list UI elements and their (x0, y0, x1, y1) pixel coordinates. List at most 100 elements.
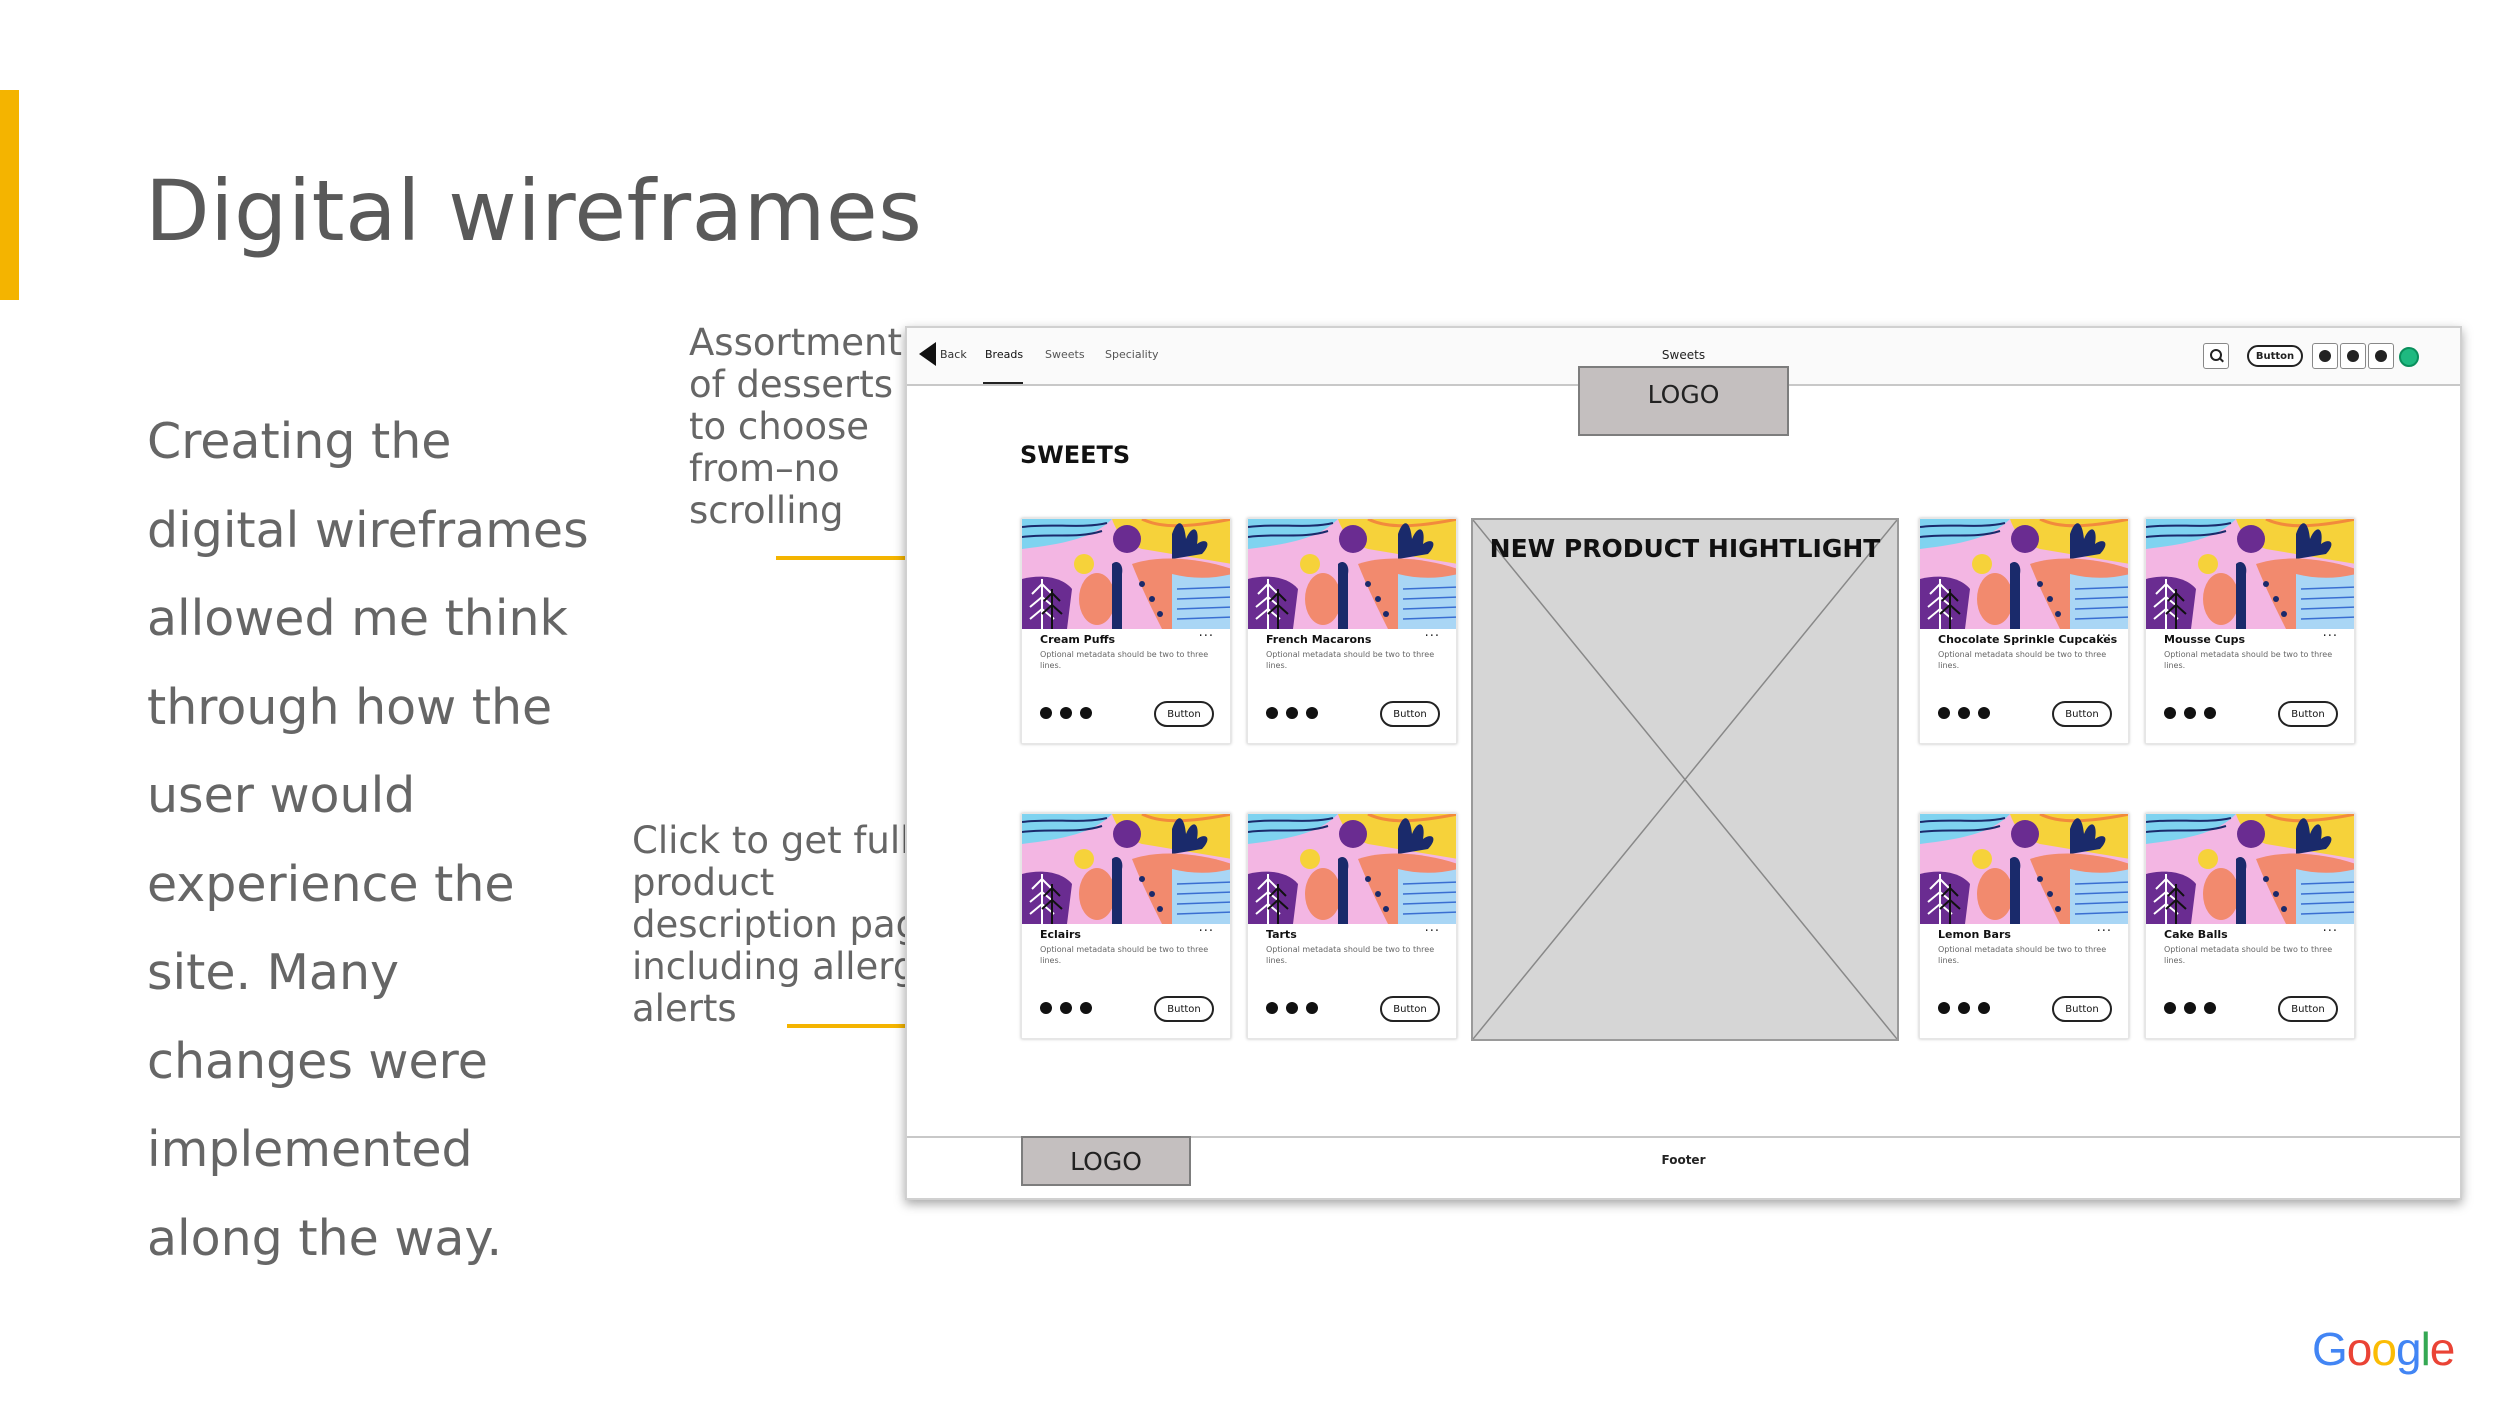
pagination-dots[interactable] (1938, 1002, 1990, 1014)
dot-icon (2204, 707, 2216, 719)
header-logo[interactable]: LOGO (1578, 366, 1789, 436)
more-options-icon[interactable]: ··· (1425, 629, 1440, 644)
circle-icon (2375, 350, 2387, 362)
product-card[interactable]: Mousse Cups ··· Optional metadata should… (2145, 518, 2355, 744)
dot-icon (2204, 1002, 2216, 1014)
dot-icon (1938, 1002, 1950, 1014)
section-heading: SWEETS (1020, 441, 1131, 469)
product-metadata: Optional metadata should be two to three… (1266, 650, 1435, 670)
product-name: Mousse Cups (2164, 633, 2246, 646)
product-metadata: Optional metadata should be two to three… (1040, 945, 1209, 965)
product-card[interactable]: French Macarons ··· Optional metadata sh… (1247, 518, 1457, 744)
dot-icon (1286, 1002, 1298, 1014)
pagination-dots[interactable] (1040, 1002, 1092, 1014)
dot-icon (1978, 1002, 1990, 1014)
product-metadata: Optional metadata should be two to three… (2164, 650, 2333, 670)
nav-icon-button-2[interactable] (2340, 343, 2366, 369)
product-image[interactable] (1920, 814, 2128, 924)
product-button[interactable]: Button (1380, 996, 1440, 1022)
dot-icon (1266, 707, 1278, 719)
product-name: Cream Puffs (1040, 633, 1116, 646)
dot-icon (1080, 1002, 1092, 1014)
footer-label: Footer (1661, 1153, 1706, 1167)
product-metadata: Optional metadata should be two to three… (1938, 650, 2107, 670)
nav-icon-button-1[interactable] (2312, 343, 2338, 369)
product-button[interactable]: Button (1154, 701, 1214, 727)
more-options-icon[interactable]: ··· (2097, 629, 2112, 644)
product-image[interactable] (2146, 814, 2354, 924)
product-image[interactable] (2146, 519, 2354, 629)
avatar[interactable] (2399, 347, 2419, 367)
active-tab-indicator (983, 382, 1023, 384)
product-metadata: Optional metadata should be two to three… (1266, 945, 1435, 965)
product-button[interactable]: Button (2278, 701, 2338, 727)
product-highlight-placeholder[interactable]: NEW PRODUCT HIGHTLIGHT (1471, 518, 1899, 1041)
dot-icon (2184, 1002, 2196, 1014)
annotation-assortment: Assortment of desserts to choose from–no… (689, 321, 902, 532)
product-image[interactable] (1248, 519, 1456, 629)
dot-icon (1978, 707, 1990, 719)
product-card[interactable]: Cake Balls ··· Optional metadata should … (2145, 813, 2355, 1039)
more-options-icon[interactable]: ··· (1425, 924, 1440, 939)
google-logo: Google (2312, 1323, 2455, 1375)
product-metadata: Optional metadata should be two to three… (1040, 650, 1209, 670)
dot-icon (1958, 1002, 1970, 1014)
product-name: Lemon Bars (1938, 928, 2011, 941)
dot-icon (1040, 1002, 1052, 1014)
slide-title: Digital wireframes (145, 162, 923, 260)
pagination-dots[interactable] (1938, 707, 1990, 719)
pagination-dots[interactable] (1040, 707, 1092, 719)
dot-icon (1938, 707, 1950, 719)
search-button[interactable] (2203, 343, 2229, 369)
pagination-dots[interactable] (2164, 1002, 2216, 1014)
product-name: Chocolate Sprinkle Cupcakes (1938, 633, 2118, 646)
more-options-icon[interactable]: ··· (1199, 924, 1214, 939)
dot-icon (1958, 707, 1970, 719)
dot-icon (2164, 707, 2176, 719)
product-card[interactable]: Chocolate Sprinkle Cupcakes ··· Optional… (1919, 518, 2129, 744)
circle-icon (2347, 350, 2359, 362)
more-options-icon[interactable]: ··· (2323, 924, 2338, 939)
slide-body-text: Creating the digital wireframes allowed … (147, 413, 589, 1267)
dot-icon (1266, 1002, 1278, 1014)
dot-icon (1306, 707, 1318, 719)
nav-button[interactable]: Button (2247, 345, 2303, 367)
product-image[interactable] (1248, 814, 1456, 924)
product-button[interactable]: Button (1380, 701, 1440, 727)
circle-icon (2319, 350, 2331, 362)
image-placeholder-icon (1473, 520, 1897, 1039)
product-button[interactable]: Button (2052, 996, 2112, 1022)
product-image[interactable] (1022, 814, 1230, 924)
dot-icon (1080, 707, 1092, 719)
product-metadata: Optional metadata should be two to three… (2164, 945, 2333, 965)
more-options-icon[interactable]: ··· (2097, 924, 2112, 939)
product-card[interactable]: Tarts ··· Optional metadata should be tw… (1247, 813, 1457, 1039)
product-button[interactable]: Button (2052, 701, 2112, 727)
product-button[interactable]: Button (1154, 996, 1214, 1022)
dot-icon (1060, 1002, 1072, 1014)
product-card[interactable]: Eclairs ··· Optional metadata should be … (1021, 813, 1231, 1039)
pagination-dots[interactable] (2164, 707, 2216, 719)
product-name: Eclairs (1040, 928, 1081, 941)
dot-icon (1306, 1002, 1318, 1014)
pagination-dots[interactable] (1266, 1002, 1318, 1014)
product-name: French Macarons (1266, 633, 1372, 646)
product-image[interactable] (1920, 519, 2128, 629)
product-metadata: Optional metadata should be two to three… (1938, 945, 2107, 965)
product-name: Cake Balls (2164, 928, 2228, 941)
dot-icon (2164, 1002, 2176, 1014)
dot-icon (1040, 707, 1052, 719)
nav-icon-button-3[interactable] (2368, 343, 2394, 369)
product-card[interactable]: Lemon Bars ··· Optional metadata should … (1919, 813, 2129, 1039)
product-button[interactable]: Button (2278, 996, 2338, 1022)
dot-icon (2184, 707, 2196, 719)
pagination-dots[interactable] (1266, 707, 1318, 719)
product-name: Tarts (1266, 928, 1297, 941)
highlight-title: NEW PRODUCT HIGHTLIGHT (1489, 534, 1881, 563)
more-options-icon[interactable]: ··· (1199, 629, 1214, 644)
product-card[interactable]: Cream Puffs ··· Optional metadata should… (1021, 518, 1231, 744)
wireframe-screen: Back Breads Sweets Speciality Sweets But… (905, 326, 2462, 1200)
more-options-icon[interactable]: ··· (2323, 629, 2338, 644)
product-image[interactable] (1022, 519, 1230, 629)
accent-bar (0, 90, 19, 300)
